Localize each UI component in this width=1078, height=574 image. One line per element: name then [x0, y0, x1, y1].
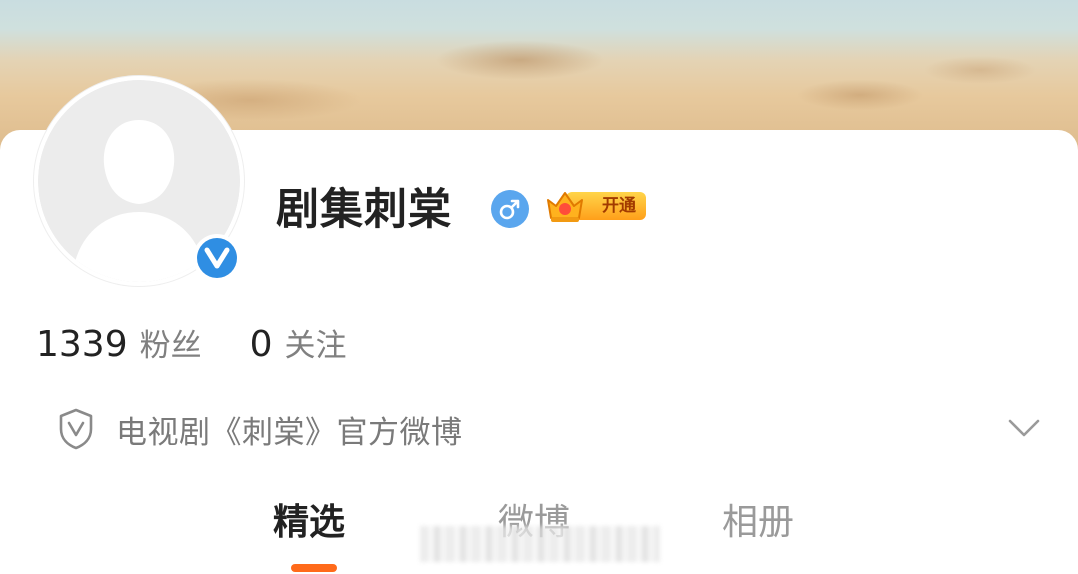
following-label[interactable]: 关注	[285, 320, 347, 365]
crown-icon	[547, 192, 583, 222]
followers-count[interactable]: 1339	[36, 324, 128, 365]
verification-text: 电视剧《刺棠》官方微博	[116, 414, 463, 451]
tab-album[interactable]: 相册	[722, 496, 794, 550]
verified-badge	[193, 234, 241, 282]
chevron-down-icon[interactable]	[1004, 410, 1044, 446]
verification-row[interactable]: 电视剧《刺棠》官方微博	[56, 404, 463, 454]
profile-name: 剧集刺棠	[276, 185, 452, 235]
blurred-overlay	[420, 526, 660, 562]
following-count[interactable]: 0	[250, 324, 273, 365]
stats-row: 1339 粉丝 0 关注	[36, 320, 347, 370]
followers-label[interactable]: 粉丝	[140, 320, 202, 365]
tab-featured[interactable]: 精选	[273, 496, 345, 550]
vip-open-button[interactable]: 开通	[544, 188, 648, 224]
active-tab-indicator	[291, 564, 337, 572]
male-icon	[491, 190, 529, 228]
verified-v-icon	[197, 238, 237, 278]
shield-v-icon	[59, 408, 93, 450]
